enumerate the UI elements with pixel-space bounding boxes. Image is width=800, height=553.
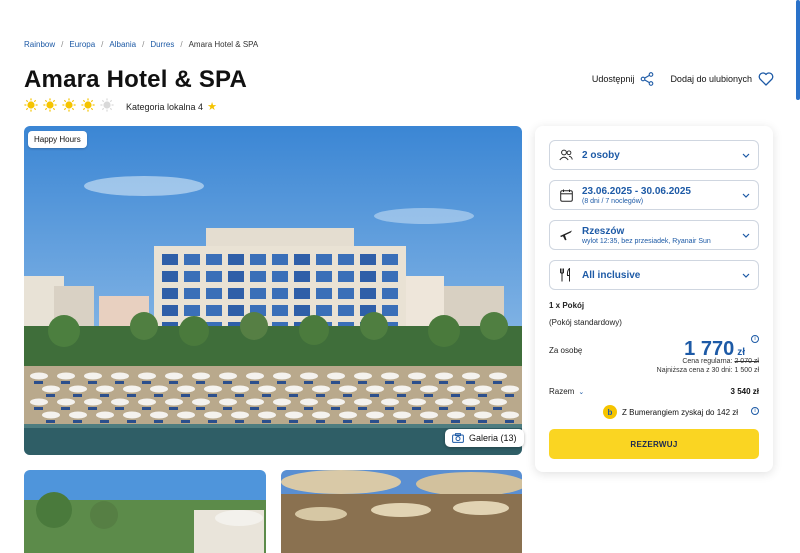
departure-city: Rzeszów	[582, 225, 625, 237]
breadcrumb-separator: /	[142, 40, 145, 49]
total-value: 3 540 zł	[730, 387, 759, 396]
bumerang-logo-icon: b	[603, 405, 617, 419]
lowest-price-30-days: Najniższa cena z 30 dni: 1 500 zł	[656, 367, 759, 374]
dates-select[interactable]: 23.06.2025 - 30.06.2025 (8 dni / 7 nocle…	[549, 180, 759, 210]
heart-icon	[758, 72, 774, 86]
chevron-down-icon: ⌄	[578, 388, 585, 396]
hotel-thumbnail-beach[interactable]	[281, 470, 522, 553]
sun-icon-filled	[81, 98, 95, 112]
camera-icon	[452, 433, 464, 443]
board-select[interactable]: All inclusive	[549, 260, 759, 290]
share-label: Udostępnij	[591, 74, 635, 84]
breadcrumb-link-durres[interactable]: Durres	[150, 40, 174, 49]
calendar-icon	[559, 189, 573, 202]
total-label: Razem	[549, 387, 575, 396]
breadcrumb-separator: /	[61, 40, 64, 49]
persons-value: 2 osoby	[582, 149, 620, 161]
book-button[interactable]: REZERWUJ	[549, 429, 759, 459]
sun-icon-filled	[43, 98, 57, 112]
page-scrollbar[interactable]	[796, 0, 800, 100]
board-value: All inclusive	[582, 269, 641, 281]
cutlery-icon	[560, 268, 570, 282]
chevron-down-icon	[742, 153, 750, 158]
plane-icon	[560, 230, 572, 241]
total-toggle[interactable]: Razem ⌄	[549, 387, 584, 396]
departure-details: wylot 12:35, bez przesiadek, Ryanair Sun	[582, 237, 711, 245]
breadcrumb-separator: /	[180, 40, 183, 49]
breadcrumb-current: Amara Hotel & SPA	[188, 40, 259, 49]
share-icon	[641, 72, 654, 86]
local-category: Kategoria lokalna 4 ★	[126, 100, 217, 113]
sun-icon-filled	[24, 98, 38, 112]
price-value: 1 770	[684, 338, 735, 360]
dates-value: 23.06.2025 - 30.06.2025	[582, 185, 691, 197]
regular-price: Cena regularna: 2 070 zł	[682, 358, 759, 365]
sun-icon-empty	[100, 98, 114, 112]
chevron-down-icon	[742, 193, 750, 198]
favorite-button[interactable]: Dodaj do ulubionych	[670, 72, 774, 86]
sun-icon-filled	[62, 98, 76, 112]
hotel-main-photo[interactable]	[24, 126, 522, 455]
hotel-thumbnail-pool[interactable]	[24, 470, 266, 553]
gallery-label: Galeria (13)	[469, 433, 517, 443]
room-type: (Pokój standardowy)	[549, 318, 622, 327]
hotel-actions: Udostępnij Dodaj do ulubionych	[592, 72, 774, 86]
breadcrumb-link-albania[interactable]: Albania	[109, 40, 136, 49]
gallery-button[interactable]: Galeria (13)	[445, 429, 524, 447]
breadcrumb: Rainbow / Europa / Albania / Durres / Am…	[24, 40, 258, 49]
departure-select[interactable]: Rzeszów wylot 12:35, bez przesiadek, Rya…	[549, 220, 759, 250]
regular-price-value: 2 070 zł	[734, 358, 759, 365]
price-info-icon[interactable]: i	[751, 335, 759, 343]
price-currency: zł	[737, 347, 745, 358]
rooms-count: 1 x Pokój	[549, 301, 585, 310]
breadcrumb-separator: /	[101, 40, 104, 49]
local-category-label: Kategoria lokalna 4	[126, 101, 204, 112]
users-icon	[559, 149, 573, 161]
share-button[interactable]: Udostępnij	[592, 72, 655, 86]
dates-duration: (8 dni / 7 noclegów)	[582, 197, 644, 205]
happy-hours-badge: Happy Hours	[28, 131, 87, 148]
star-icon: ★	[207, 101, 217, 113]
hotel-title: Amara Hotel & SPA	[24, 66, 248, 93]
favorite-label: Dodaj do ulubionych	[670, 74, 752, 84]
booking-panel: 2 osoby 23.06.2025 - 30.06.2025 (8 dni /…	[535, 126, 773, 472]
breadcrumb-link-europa[interactable]: Europa	[69, 40, 95, 49]
bumerang-info: b Z Bumerangiem zyskaj do 142 zł	[603, 405, 738, 419]
chevron-down-icon	[742, 233, 750, 238]
breadcrumb-link-rainbow[interactable]: Rainbow	[24, 40, 55, 49]
sun-rating	[24, 98, 119, 112]
persons-select[interactable]: 2 osoby	[549, 140, 759, 170]
chevron-down-icon	[742, 273, 750, 278]
regular-price-label: Cena regularna:	[682, 358, 733, 365]
bumerang-text: Z Bumerangiem zyskaj do 142 zł	[622, 407, 739, 417]
bumerang-info-icon[interactable]: i	[751, 407, 759, 415]
